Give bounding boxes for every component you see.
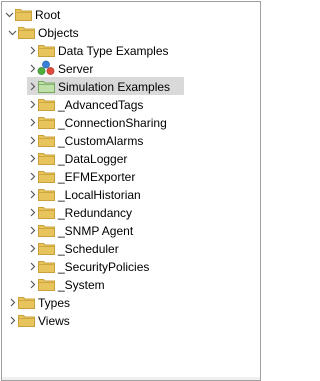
tree-node-advanced-tags[interactable]: _AdvancedTags bbox=[27, 95, 145, 113]
tree-node-objects[interactable]: Objects bbox=[7, 23, 81, 41]
tree-node-efm-exporter[interactable]: _EFMExporter bbox=[27, 167, 137, 185]
tree-node-label: Types bbox=[38, 296, 71, 310]
chevron-right-icon[interactable] bbox=[27, 59, 37, 77]
chevron-right-icon[interactable] bbox=[7, 311, 17, 329]
tree-node-label: _DataLogger bbox=[58, 152, 128, 166]
tree-node-label: _LocalHistorian bbox=[58, 188, 141, 202]
tree-node-label: _Redundancy bbox=[58, 206, 133, 220]
chevron-right-icon[interactable] bbox=[27, 185, 37, 203]
folder-icon bbox=[37, 221, 55, 239]
tree-node-security-policies[interactable]: _SecurityPolicies bbox=[27, 257, 151, 275]
tree-node-label: _Scheduler bbox=[58, 242, 119, 256]
tree-node-snmp-agent[interactable]: _SNMP Agent bbox=[27, 221, 135, 239]
chevron-right-icon[interactable] bbox=[27, 257, 37, 275]
tree-node-label: Simulation Examples bbox=[58, 80, 171, 94]
chevron-right-icon[interactable] bbox=[27, 275, 37, 293]
chevron-right-icon[interactable] bbox=[27, 221, 37, 239]
tree-node-label: _CustomAlarms bbox=[58, 134, 144, 148]
tree-node-label: _SecurityPolicies bbox=[58, 260, 150, 274]
folder-icon bbox=[37, 113, 55, 131]
folder-icon bbox=[17, 23, 35, 41]
chevron-right-icon[interactable] bbox=[27, 203, 37, 221]
chevron-right-icon[interactable] bbox=[27, 77, 37, 95]
tree-node-custom-alarms[interactable]: _CustomAlarms bbox=[27, 131, 145, 149]
chevron-down-icon[interactable] bbox=[7, 23, 17, 41]
tree-node-local-historian[interactable]: _LocalHistorian bbox=[27, 185, 143, 203]
tree-node-label: _SNMP Agent bbox=[58, 224, 134, 238]
tree-node-label: Objects bbox=[38, 26, 79, 40]
folder-icon bbox=[37, 239, 55, 257]
chevron-right-icon[interactable] bbox=[27, 113, 37, 131]
server-icon bbox=[37, 59, 55, 77]
tree-node-label: Data Type Examples bbox=[58, 44, 169, 58]
tree-node-types[interactable]: Types bbox=[7, 293, 72, 311]
tree-node-label: _AdvancedTags bbox=[58, 98, 144, 112]
tree-node-root[interactable]: Root bbox=[4, 5, 62, 23]
chevron-right-icon[interactable] bbox=[27, 167, 37, 185]
tree-node-label: Root bbox=[35, 8, 61, 22]
tree-node-system[interactable]: _System bbox=[27, 275, 107, 293]
folder-icon bbox=[37, 257, 55, 275]
tree-node-views[interactable]: Views bbox=[7, 311, 72, 329]
chevron-down-icon[interactable] bbox=[4, 5, 14, 23]
tree-node-connection-sharing[interactable]: _ConnectionSharing bbox=[27, 113, 169, 131]
tree-node-label: _System bbox=[58, 278, 105, 292]
tree-node-data-logger[interactable]: _DataLogger bbox=[27, 149, 129, 167]
folder-icon bbox=[37, 41, 55, 59]
chevron-right-icon[interactable] bbox=[27, 149, 37, 167]
chevron-right-icon[interactable] bbox=[27, 131, 37, 149]
folder-icon bbox=[37, 95, 55, 113]
folder-icon bbox=[14, 5, 32, 23]
tree-node-label: Server bbox=[58, 62, 94, 76]
folder-icon bbox=[37, 167, 55, 185]
chevron-right-icon[interactable] bbox=[27, 95, 37, 113]
tree-node-redundancy[interactable]: _Redundancy bbox=[27, 203, 134, 221]
folder-icon bbox=[37, 275, 55, 293]
folder-icon bbox=[37, 185, 55, 203]
tree-node-label: _ConnectionSharing bbox=[58, 116, 167, 130]
tree-node-scheduler[interactable]: _Scheduler bbox=[27, 239, 121, 257]
tree-node-label: Views bbox=[38, 314, 70, 328]
folder-icon bbox=[37, 149, 55, 167]
folder-icon bbox=[17, 293, 35, 311]
folder-icon bbox=[37, 131, 55, 149]
folder-green-icon bbox=[37, 77, 55, 95]
folder-icon bbox=[17, 311, 35, 329]
chevron-right-icon[interactable] bbox=[7, 293, 17, 311]
tree-node-simulation-examples[interactable]: Simulation Examples bbox=[27, 77, 184, 95]
tree-node-server[interactable]: Server bbox=[27, 59, 95, 77]
tree-node-label: _EFMExporter bbox=[58, 170, 136, 184]
object-tree[interactable]: Root Objects Data Type Examples Server S… bbox=[1, 1, 261, 381]
chevron-right-icon[interactable] bbox=[27, 239, 37, 257]
chevron-right-icon[interactable] bbox=[27, 41, 37, 59]
folder-icon bbox=[37, 203, 55, 221]
tree-node-data-type-examples[interactable]: Data Type Examples bbox=[27, 41, 171, 59]
